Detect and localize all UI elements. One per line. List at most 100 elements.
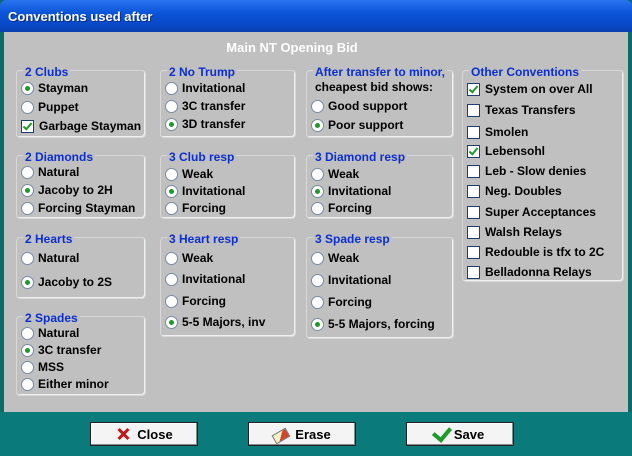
radio-button[interactable] xyxy=(21,183,34,197)
checkbox[interactable] xyxy=(467,144,480,158)
radio-button[interactable] xyxy=(165,184,178,198)
group-title: 2 No Trump xyxy=(167,65,238,79)
erase-button[interactable]: Erase xyxy=(248,422,356,446)
group-2-clubs: 2 Clubs Stayman Puppet Garbage Stayman xyxy=(16,65,146,138)
radio-button[interactable] xyxy=(21,251,34,265)
radio-button[interactable] xyxy=(21,343,34,357)
radio-button[interactable] xyxy=(21,165,34,179)
radio-button[interactable] xyxy=(165,294,178,308)
radio-jacoby-to-2h[interactable]: Jacoby to 2H xyxy=(21,182,113,198)
radio-poor-support[interactable]: Poor support xyxy=(311,117,403,133)
radio-forcing[interactable]: Forcing xyxy=(311,294,372,310)
radio-button[interactable] xyxy=(165,272,178,286)
checkbox-redouble-tfx-2c[interactable]: Redouble is tfx to 2C xyxy=(467,244,604,260)
radio-button[interactable] xyxy=(21,201,34,215)
group-2-hearts: 2 Hearts Natural Jacoby to 2S xyxy=(16,232,146,299)
radio-button[interactable] xyxy=(165,201,178,215)
radio-invitational[interactable]: Invitational xyxy=(165,183,245,199)
checkbox[interactable] xyxy=(21,119,34,133)
group-after-transfer: After transfer to minor, cheapest bid sho… xyxy=(306,65,454,138)
radio-forcing[interactable]: Forcing xyxy=(165,200,226,216)
window-title: Conventions used after xyxy=(8,9,153,24)
close-button[interactable]: Close xyxy=(90,422,198,446)
radio-button[interactable] xyxy=(311,273,324,287)
checkbox[interactable] xyxy=(467,205,480,219)
radio-button[interactable] xyxy=(311,295,324,309)
checkbox-smolen[interactable]: Smolen xyxy=(467,124,528,140)
checkbox[interactable] xyxy=(467,184,480,198)
group-2-diamonds: 2 Diamonds Natural Jacoby to 2H Forcing … xyxy=(16,150,146,219)
radio-button[interactable] xyxy=(21,81,34,95)
checkbox-neg-doubles[interactable]: Neg. Doubles xyxy=(467,183,562,199)
radio-5-5-majors-inv[interactable]: 5-5 Majors, inv xyxy=(165,314,265,330)
checkbox-texas-transfers[interactable]: Texas Transfers xyxy=(467,102,576,118)
radio-forcing[interactable]: Forcing xyxy=(165,293,226,309)
radio-button[interactable] xyxy=(165,251,178,265)
checkbox[interactable] xyxy=(467,225,480,239)
group-3-club-resp: 3 Club resp Weak Invitational Forcing xyxy=(160,150,296,219)
radio-invitational[interactable]: Invitational xyxy=(165,80,245,96)
radio-forcing-stayman[interactable]: Forcing Stayman xyxy=(21,200,135,216)
checkbox-belladonna-relays[interactable]: Belladonna Relays xyxy=(467,264,592,280)
radio-puppet[interactable]: Puppet xyxy=(21,99,79,115)
group-2-no-trump: 2 No Trump Invitational 3C transfer 3D t… xyxy=(160,65,296,138)
radio-5-5-majors-forcing[interactable]: 5-5 Majors, forcing xyxy=(311,316,435,332)
title-bar[interactable]: Conventions used after xyxy=(0,0,632,32)
radio-button[interactable] xyxy=(21,100,34,114)
radio-button[interactable] xyxy=(311,184,324,198)
radio-button[interactable] xyxy=(165,315,178,329)
radio-button[interactable] xyxy=(311,118,324,132)
radio-button[interactable] xyxy=(311,167,324,181)
group-title: After transfer to minor, cheapest bid sho… xyxy=(313,65,448,95)
radio-button[interactable] xyxy=(311,201,324,215)
checkbox-system-on-over-all[interactable]: System on over All xyxy=(467,81,593,97)
checkbox-leb-slow-denies[interactable]: Leb - Slow denies xyxy=(467,163,586,179)
radio-forcing[interactable]: Forcing xyxy=(311,200,372,216)
radio-button[interactable] xyxy=(21,377,34,391)
radio-button[interactable] xyxy=(311,99,324,113)
radio-button[interactable] xyxy=(21,360,34,374)
radio-either-minor[interactable]: Either minor xyxy=(21,376,109,392)
checkbox[interactable] xyxy=(467,82,480,96)
checkbox-walsh-relays[interactable]: Walsh Relays xyxy=(467,224,562,240)
checkbox[interactable] xyxy=(467,265,480,279)
radio-natural[interactable]: Natural xyxy=(21,325,79,341)
radio-3d-transfer[interactable]: 3D transfer xyxy=(165,116,245,132)
radio-jacoby-to-2s[interactable]: Jacoby to 2S xyxy=(21,274,112,290)
group-3-diamond-resp: 3 Diamond resp Weak Invitational Forcing xyxy=(306,150,454,219)
radio-button[interactable] xyxy=(311,317,324,331)
radio-good-support[interactable]: Good support xyxy=(311,98,407,114)
radio-natural[interactable]: Natural xyxy=(21,164,79,180)
checkmark-icon xyxy=(431,421,452,443)
button-bar: Close Erase Save xyxy=(0,412,632,456)
radio-invitational[interactable]: Invitational xyxy=(311,272,391,288)
checkbox-lebensohl[interactable]: Lebensohl xyxy=(467,143,545,159)
radio-3c-transfer[interactable]: 3C transfer xyxy=(165,98,245,114)
radio-invitational[interactable]: Invitational xyxy=(311,183,391,199)
eraser-icon xyxy=(271,427,291,445)
radio-mss[interactable]: MSS xyxy=(21,359,64,375)
radio-button[interactable] xyxy=(21,326,34,340)
radio-button[interactable] xyxy=(311,251,324,265)
dialog-client: Main NT Opening Bid 2 Clubs Stayman Pupp… xyxy=(4,32,628,412)
radio-button[interactable] xyxy=(165,117,178,131)
checkbox[interactable] xyxy=(467,164,480,178)
checkbox-super-acceptances[interactable]: Super Acceptances xyxy=(467,204,596,220)
radio-button[interactable] xyxy=(165,99,178,113)
radio-weak[interactable]: Weak xyxy=(165,166,213,182)
radio-button[interactable] xyxy=(165,167,178,181)
radio-natural[interactable]: Natural xyxy=(21,250,79,266)
radio-3c-transfer[interactable]: 3C transfer xyxy=(21,342,101,358)
checkbox[interactable] xyxy=(467,103,480,117)
radio-weak[interactable]: Weak xyxy=(165,250,213,266)
radio-invitational[interactable]: Invitational xyxy=(165,271,245,287)
checkbox[interactable] xyxy=(467,245,480,259)
radio-button[interactable] xyxy=(165,81,178,95)
checkbox-garbage-stayman[interactable]: Garbage Stayman xyxy=(21,118,141,134)
checkbox[interactable] xyxy=(467,125,480,139)
radio-button[interactable] xyxy=(21,275,34,289)
radio-weak[interactable]: Weak xyxy=(311,166,359,182)
radio-stayman[interactable]: Stayman xyxy=(21,80,88,96)
radio-weak[interactable]: Weak xyxy=(311,250,359,266)
save-button[interactable]: Save xyxy=(406,421,514,446)
